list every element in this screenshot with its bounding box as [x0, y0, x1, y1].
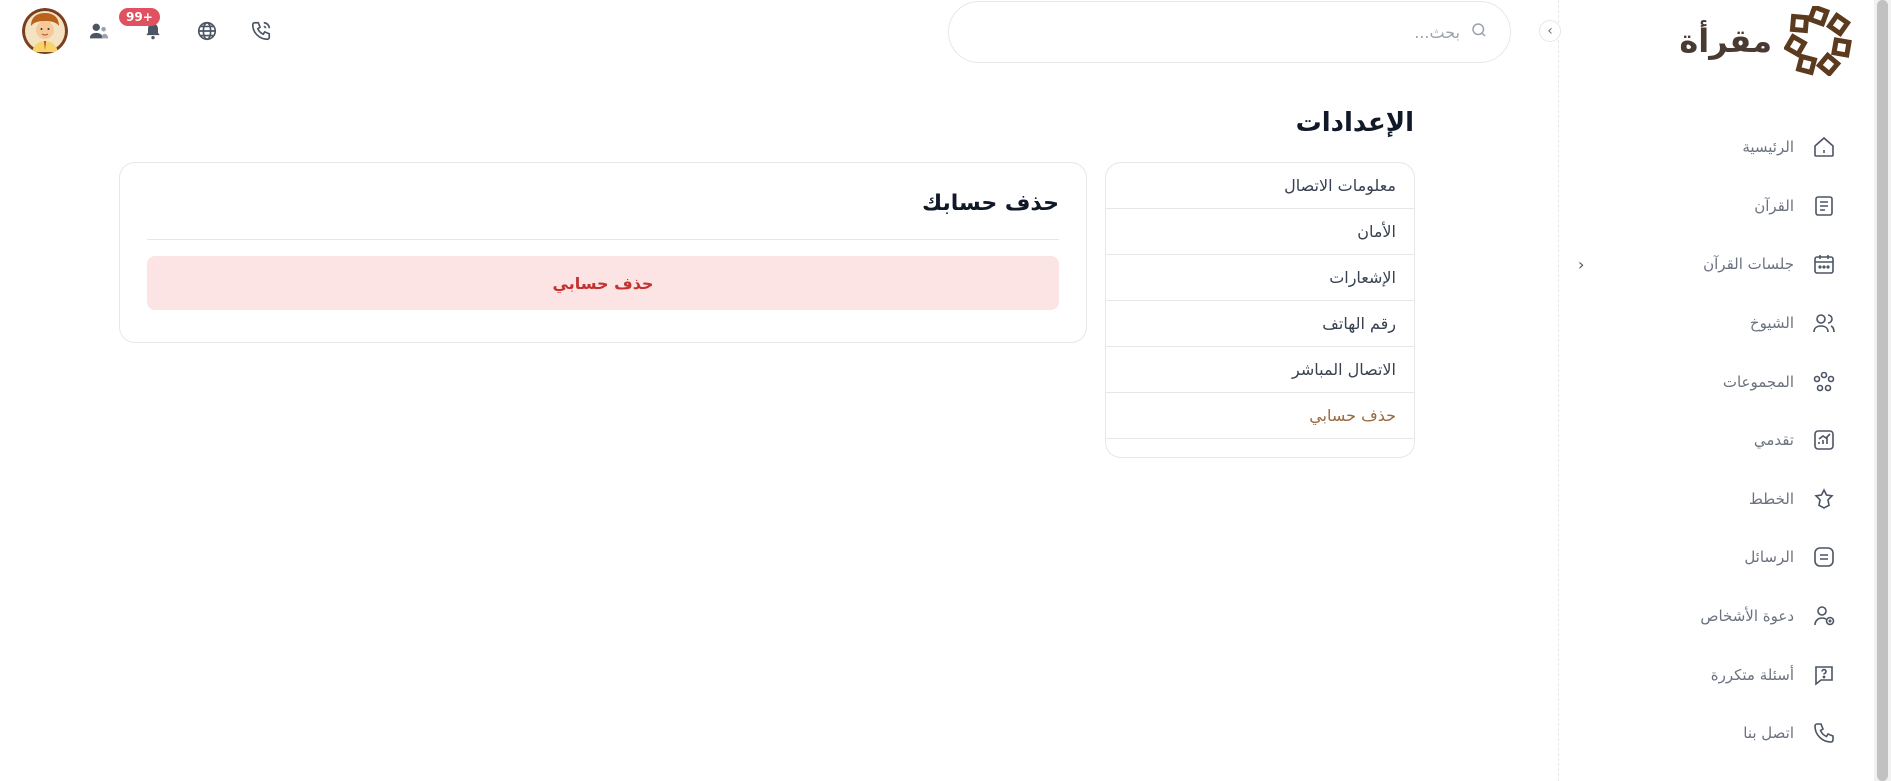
- sidebar-item-label: الرئيسية: [1742, 138, 1794, 157]
- chevron-left-icon[interactable]: ‹: [1578, 255, 1584, 274]
- users-icon: [1810, 309, 1838, 337]
- card-title: حذف حسابك: [921, 191, 1059, 216]
- sidebar-item-progress[interactable]: تقدمي: [1578, 411, 1838, 470]
- logo-icon: [1784, 6, 1852, 76]
- sidebar-item-label: الخطط: [1749, 489, 1794, 508]
- settings-item-notifications[interactable]: الإشعارات: [1106, 255, 1414, 301]
- phone-icon: [1810, 719, 1838, 747]
- vertical-scrollbar[interactable]: [1874, 0, 1891, 781]
- home-icon: [1810, 133, 1838, 161]
- settings-item-security[interactable]: الأمان: [1106, 209, 1414, 255]
- delete-account-card: حذف حسابك حذف حسابي: [119, 162, 1087, 343]
- settings-item-delete-account[interactable]: حذف حسابي: [1106, 393, 1414, 439]
- avatar[interactable]: [22, 8, 68, 54]
- notification-badge: +99: [119, 8, 160, 26]
- sidebar-item-label: الشيوخ: [1749, 314, 1794, 333]
- book-icon: [1810, 192, 1838, 220]
- settings-item-phone-number[interactable]: رقم الهاتف: [1106, 301, 1414, 347]
- star-icon: [1810, 485, 1838, 513]
- sidebar-item-groups[interactable]: المجموعات: [1578, 352, 1838, 411]
- search-input[interactable]: [971, 22, 1460, 42]
- sidebar-item-label: الرسائل: [1744, 548, 1794, 567]
- brand-logo[interactable]: مقرأة: [1679, 6, 1854, 76]
- sidebar-item-quran[interactable]: القرآن: [1578, 177, 1838, 236]
- sidebar-item-plans[interactable]: الخطط: [1578, 470, 1838, 529]
- settings-item-direct-contact[interactable]: الاتصال المباشر: [1106, 347, 1414, 393]
- brand-name: مقرأة: [1679, 22, 1772, 60]
- sidebar-item-sheikhs[interactable]: الشيوخ: [1578, 294, 1838, 353]
- users-icon[interactable]: [86, 18, 112, 44]
- divider: [147, 239, 1059, 240]
- chart-icon: [1810, 426, 1838, 454]
- search-bar[interactable]: [948, 1, 1511, 63]
- sidebar-item-label: اتصل بنا: [1743, 724, 1794, 743]
- sidebar-item-faq[interactable]: أسئلة متكررة: [1578, 645, 1838, 704]
- message-icon: [1810, 543, 1838, 571]
- groups-icon: [1810, 368, 1838, 396]
- user-plus-icon: [1810, 602, 1838, 630]
- scrollbar-thumb[interactable]: [1877, 0, 1888, 781]
- sidebar-item-invite[interactable]: دعوة الأشخاص: [1578, 587, 1838, 646]
- settings-menu: معلومات الاتصال الأمان الإشعارات رقم اله…: [1105, 162, 1415, 458]
- sidebar-item-label: أسئلة متكررة: [1710, 665, 1794, 684]
- sidebar-item-messages[interactable]: الرسائل: [1578, 528, 1838, 587]
- question-icon: [1810, 661, 1838, 689]
- sidebar-item-contact[interactable]: اتصل بنا: [1578, 704, 1838, 763]
- phone-call-icon[interactable]: [248, 18, 274, 44]
- search-icon: [1470, 21, 1488, 43]
- sidebar-nav: الرئيسية القرآن جلسات القرآن ‹ الشيوخ ال…: [1578, 118, 1838, 763]
- sidebar-item-label: تقدمي: [1753, 431, 1794, 450]
- settings-item-contact-info[interactable]: معلومات الاتصال: [1106, 163, 1414, 209]
- sidebar-item-quran-sessions[interactable]: جلسات القرآن ‹: [1578, 235, 1838, 294]
- sidebar-item-label: جلسات القرآن: [1703, 255, 1794, 274]
- delete-account-button[interactable]: حذف حسابي: [147, 256, 1059, 310]
- sidebar-item-label: المجموعات: [1722, 372, 1794, 391]
- globe-icon[interactable]: [194, 18, 220, 44]
- sidebar-item-label: القرآن: [1754, 196, 1794, 215]
- sidebar-collapse-button[interactable]: ›: [1539, 20, 1561, 42]
- sidebar-item-label: دعوة الأشخاص: [1700, 607, 1794, 626]
- chevron-right-icon: ›: [1547, 23, 1553, 39]
- sidebar-item-home[interactable]: الرئيسية: [1578, 118, 1838, 177]
- page-title: الإعدادات: [1295, 108, 1414, 138]
- sidebar: مقرأة › الرئيسية القرآن جلسات القرآن ‹ ا…: [1539, 0, 1874, 781]
- calendar-icon: [1810, 250, 1838, 278]
